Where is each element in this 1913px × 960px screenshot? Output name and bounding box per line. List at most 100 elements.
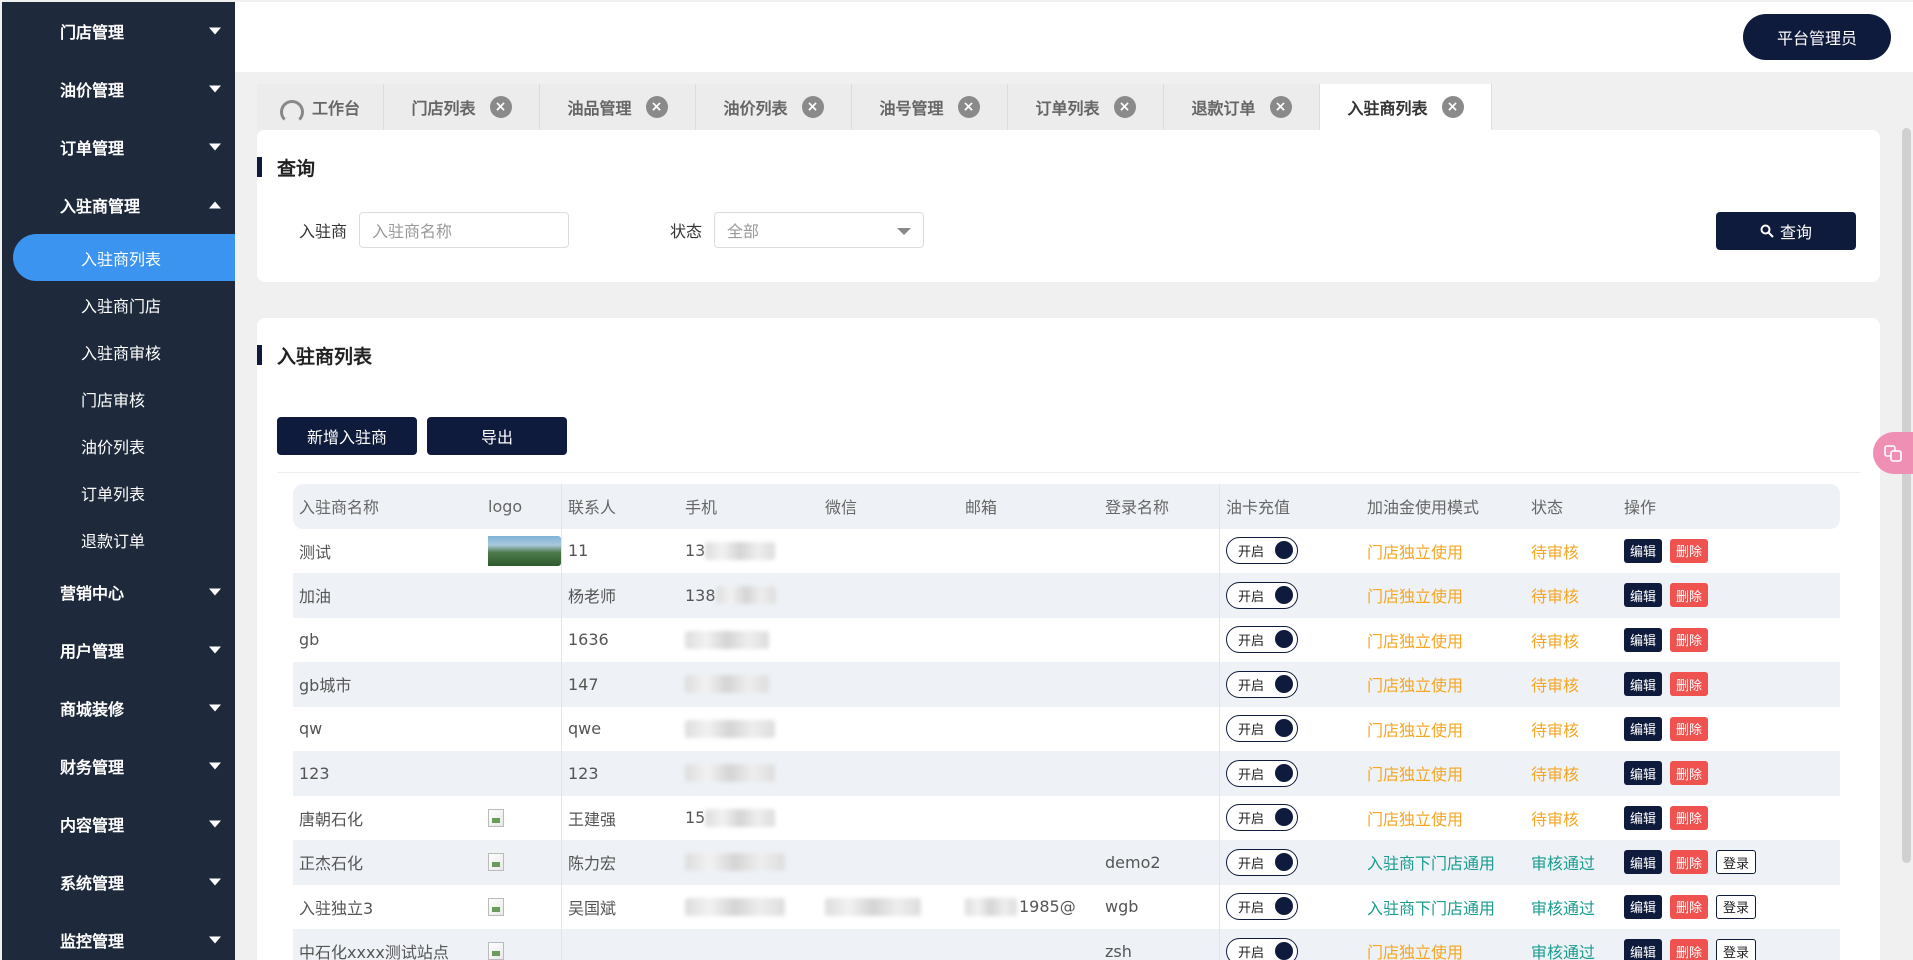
menu-system-management[interactable]: 系统管理 xyxy=(2,853,235,911)
sidebar-item-merchant-stores[interactable]: 入驻商门店 xyxy=(2,281,235,328)
card-recharge-toggle[interactable]: 开启 xyxy=(1226,626,1298,654)
edit-button[interactable]: 编辑 xyxy=(1624,894,1663,919)
fuel-fund-mode: 入驻商下门店通用 xyxy=(1367,854,1496,874)
table-row: 中石化xxxx测试站点 zsh 开启 门店独立使用 审核通过 编辑 删除 登录 xyxy=(293,929,1840,960)
table-row: 唐朝石化 王建强 15 开启 门店独立使用 待审核 编辑 删除 xyxy=(293,795,1840,841)
card-recharge-toggle[interactable]: 开启 xyxy=(1226,537,1298,565)
query-button[interactable]: 查询 xyxy=(1716,212,1856,250)
wechat xyxy=(819,796,959,841)
delete-button[interactable]: 删除 xyxy=(1670,805,1709,830)
page-scrollbar[interactable] xyxy=(1902,128,1911,863)
sidebar-item-oil-price-list[interactable]: 油价列表 xyxy=(2,422,235,469)
broken-image-icon xyxy=(488,897,504,916)
delete-button[interactable]: 删除 xyxy=(1670,627,1709,652)
delete-button[interactable]: 删除 xyxy=(1670,894,1709,919)
translate-icon xyxy=(1884,445,1902,462)
delete-button[interactable]: 删除 xyxy=(1670,939,1709,960)
status-select[interactable]: 全部 xyxy=(714,212,924,248)
card-recharge: 开启 xyxy=(1220,751,1361,796)
card-recharge-toggle[interactable]: 开启 xyxy=(1226,893,1298,921)
tab-refund-orders[interactable]: 退款订单 × xyxy=(1164,84,1320,130)
edit-button[interactable]: 编辑 xyxy=(1624,939,1663,960)
card-recharge-toggle[interactable]: 开启 xyxy=(1226,670,1298,698)
edit-button[interactable]: 编辑 xyxy=(1624,805,1663,830)
table-row: 123 123 开启 门店独立使用 待审核 编辑 删除 xyxy=(293,751,1840,796)
redacted-blur xyxy=(685,853,785,872)
card-recharge-toggle[interactable]: 开启 xyxy=(1226,759,1298,787)
menu-store-management[interactable]: 门店管理 xyxy=(2,2,235,60)
menu-merchant-management[interactable]: 入驻商管理 xyxy=(2,176,235,234)
close-icon[interactable]: × xyxy=(1441,96,1464,118)
tab-workbench[interactable]: 工作台 xyxy=(257,84,384,130)
delete-button[interactable]: 删除 xyxy=(1670,583,1709,608)
card-recharge-toggle[interactable]: 开启 xyxy=(1226,715,1298,743)
contact: 147 xyxy=(568,674,599,694)
card-recharge: 开启 xyxy=(1220,840,1361,885)
delete-button[interactable]: 删除 xyxy=(1670,538,1709,563)
edit-button[interactable]: 编辑 xyxy=(1624,761,1663,786)
tab-merchant-list[interactable]: 入驻商列表 × xyxy=(1320,84,1492,130)
edit-button[interactable]: 编辑 xyxy=(1624,850,1663,875)
toggle-knob xyxy=(1275,941,1293,960)
delete-button[interactable]: 删除 xyxy=(1670,850,1709,875)
close-icon[interactable]: × xyxy=(489,96,512,118)
menu-monitor-management[interactable]: 监控管理 xyxy=(2,911,235,960)
delete-button[interactable]: 删除 xyxy=(1670,716,1709,741)
logo-cell xyxy=(488,573,562,618)
toggle-label: 开启 xyxy=(1238,767,1265,783)
add-merchant-button[interactable]: 新增入驻商 xyxy=(277,417,417,455)
tab-oil-products[interactable]: 油品管理 × xyxy=(540,84,696,130)
login-button[interactable]: 登录 xyxy=(1716,894,1757,919)
phone: 138 xyxy=(679,573,819,618)
logo-cell xyxy=(488,528,562,573)
close-icon[interactable]: × xyxy=(801,96,824,118)
login-button[interactable]: 登录 xyxy=(1716,939,1757,960)
export-button[interactable]: 导出 xyxy=(427,417,567,455)
edit-button[interactable]: 编辑 xyxy=(1624,672,1663,697)
sidebar: 门店管理 油价管理 订单管理 入驻商管理 入驻商列表 入驻商门店 入驻商审核 门… xyxy=(2,2,235,960)
admin-user-button[interactable]: 平台管理员 xyxy=(1742,14,1891,60)
sidebar-item-merchant-review[interactable]: 入驻商审核 xyxy=(2,328,235,375)
menu-user-management[interactable]: 用户管理 xyxy=(2,621,235,679)
merchant-name-input[interactable]: 入驻商名称 xyxy=(359,212,569,248)
delete-button[interactable]: 删除 xyxy=(1670,672,1709,697)
merchant-name: 加油 xyxy=(299,587,332,607)
edit-button[interactable]: 编辑 xyxy=(1624,716,1663,741)
tab-order-list[interactable]: 订单列表 × xyxy=(1008,84,1164,130)
close-icon[interactable]: × xyxy=(1113,96,1136,118)
close-icon[interactable]: × xyxy=(645,96,668,118)
tab-label: 工作台 xyxy=(311,99,360,118)
card-recharge-toggle[interactable]: 开启 xyxy=(1226,937,1298,960)
menu-order-management[interactable]: 订单管理 xyxy=(2,118,235,176)
delete-button[interactable]: 删除 xyxy=(1670,761,1709,786)
login-button[interactable]: 登录 xyxy=(1716,850,1757,875)
menu-mall-decoration[interactable]: 商城装修 xyxy=(2,679,235,737)
menu-oil-price-management[interactable]: 油价管理 xyxy=(2,60,235,118)
contact: 陈力宏 xyxy=(568,854,617,874)
menu-marketing-center[interactable]: 营销中心 xyxy=(2,563,235,621)
close-icon[interactable]: × xyxy=(957,96,980,118)
sidebar-item-refund-orders[interactable]: 退款订单 xyxy=(2,516,235,563)
phone xyxy=(679,618,819,663)
card-recharge-toggle[interactable]: 开启 xyxy=(1226,804,1298,832)
menu-content-management[interactable]: 内容管理 xyxy=(2,795,235,853)
edit-button[interactable]: 编辑 xyxy=(1624,538,1663,563)
tab-oil-number[interactable]: 油号管理 × xyxy=(852,84,1008,130)
login-name xyxy=(1099,662,1220,707)
tab-store-list[interactable]: 门店列表 × xyxy=(384,84,540,130)
sidebar-item-order-list[interactable]: 订单列表 xyxy=(2,469,235,516)
redacted-blur xyxy=(965,897,1017,916)
toggle-knob xyxy=(1275,719,1293,738)
close-icon[interactable]: × xyxy=(1269,96,1292,118)
translate-tool-icon[interactable] xyxy=(1873,432,1913,474)
edit-button[interactable]: 编辑 xyxy=(1624,627,1663,652)
edit-button[interactable]: 编辑 xyxy=(1624,583,1663,608)
tab-oil-price-list[interactable]: 油价列表 × xyxy=(696,84,852,130)
sidebar-item-store-review[interactable]: 门店审核 xyxy=(2,375,235,422)
menu-finance-management[interactable]: 财务管理 xyxy=(2,737,235,795)
sidebar-item-merchant-list[interactable]: 入驻商列表 xyxy=(13,234,235,281)
operations: 编辑 删除 登录 xyxy=(1618,929,1788,960)
card-recharge-toggle[interactable]: 开启 xyxy=(1226,848,1298,876)
card-recharge-toggle[interactable]: 开启 xyxy=(1226,581,1298,609)
wechat xyxy=(819,840,959,885)
